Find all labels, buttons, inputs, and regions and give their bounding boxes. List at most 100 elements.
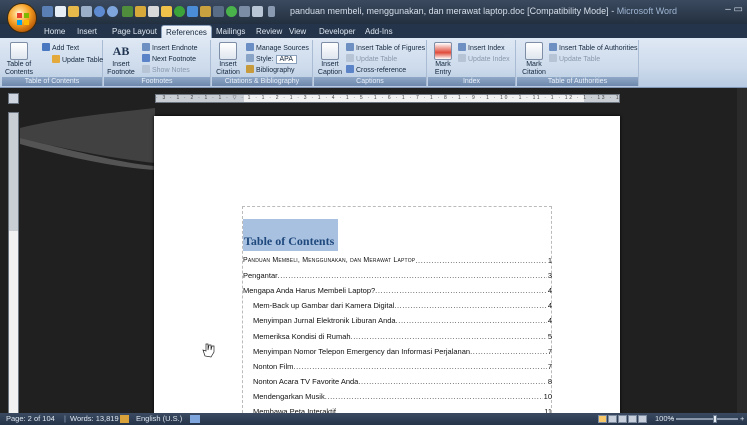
spelling-icon[interactable] bbox=[122, 6, 133, 17]
proofing-icon[interactable] bbox=[120, 415, 129, 423]
color-icon[interactable] bbox=[174, 6, 185, 17]
tab-review[interactable]: Review bbox=[252, 25, 286, 38]
tab-page-layout[interactable]: Page Layout bbox=[108, 25, 161, 38]
mark-entry-button[interactable]: Mark Entry bbox=[430, 42, 456, 77]
save-icon[interactable] bbox=[42, 6, 53, 17]
toc-entry[interactable]: Menyimpan Jurnal Elektronik Liburan Anda… bbox=[253, 315, 552, 327]
insert-caption-icon bbox=[321, 42, 339, 60]
manage-sources-button[interactable]: Manage Sources bbox=[246, 43, 309, 53]
horizontal-ruler[interactable]: · 3 · 1 · 2 · 1 · 1 · ▽ · 1 · 1 · 2 · 1 … bbox=[155, 94, 621, 103]
insert-table-of-authorities-button[interactable]: Insert Table of Authorities bbox=[549, 43, 637, 53]
new-document-icon[interactable] bbox=[55, 6, 66, 17]
tab-insert[interactable]: Insert bbox=[73, 25, 101, 38]
toc-entry-leader bbox=[470, 346, 547, 358]
update-index-button[interactable]: Update Index bbox=[458, 54, 510, 64]
tab-references[interactable]: References bbox=[161, 25, 212, 38]
email-icon[interactable] bbox=[148, 6, 159, 17]
monitor-icon[interactable] bbox=[252, 6, 263, 17]
word-count[interactable]: Words: 13,819 bbox=[70, 413, 119, 425]
style-dropdown[interactable]: Style: APA bbox=[246, 54, 298, 64]
zoom-slider[interactable] bbox=[676, 418, 738, 420]
tab-developer[interactable]: Developer bbox=[315, 25, 359, 38]
zoom-in-button[interactable]: + bbox=[740, 413, 744, 425]
toc-entry[interactable]: Mengapa Anda Harus Membeli Laptop? 4 bbox=[243, 285, 552, 297]
lock-icon[interactable] bbox=[200, 6, 211, 17]
ruler-ticks: · 3 · 1 · 2 · 1 · 1 · ▽ · 1 · 1 · 2 · 1 … bbox=[156, 95, 621, 101]
toc-heading: Table of Contents bbox=[244, 234, 335, 248]
insert-endnote-button[interactable]: Insert Endnote bbox=[142, 43, 198, 53]
toc-entry[interactable]: Nonton Acara TV Favorite Anda 8 bbox=[253, 376, 552, 388]
toc-heading-highlight[interactable]: Table of Contents bbox=[243, 219, 338, 251]
style-label: Style: bbox=[256, 56, 274, 63]
draft-view-icon[interactable] bbox=[638, 415, 647, 423]
macro-record-icon[interactable] bbox=[190, 415, 200, 423]
zoom-out-button[interactable]: − bbox=[670, 413, 674, 425]
document-page[interactable]: Table of Contents Panduan Membeli, Mengg… bbox=[154, 116, 620, 416]
toc-entry-text: Menyimpan Nomor Telepon Emergency dan In… bbox=[253, 346, 471, 356]
add-text-button[interactable]: Add Text bbox=[42, 43, 79, 53]
zoom-slider-thumb[interactable] bbox=[713, 415, 717, 423]
document-workspace[interactable]: · 3 · 1 · 2 · 1 · 1 · ▽ · 1 · 1 · 2 · 1 … bbox=[0, 88, 747, 416]
insert-citation-button[interactable]: Insert Citation bbox=[214, 42, 242, 77]
format-painter-icon[interactable] bbox=[135, 6, 146, 17]
insert-caption-label: Insert Caption bbox=[317, 61, 343, 76]
group-label-toc: Table of Contents bbox=[2, 77, 102, 86]
tab-home[interactable]: Home bbox=[40, 25, 69, 38]
language[interactable]: English (U.S.) bbox=[136, 413, 182, 425]
toc-entry-text: Nonton Film bbox=[253, 361, 294, 371]
print-icon[interactable] bbox=[81, 6, 92, 17]
next-footnote-button[interactable]: Next Footnote bbox=[142, 54, 196, 64]
ab-icon[interactable] bbox=[239, 6, 250, 17]
page-count[interactable]: Page: 2 of 104 bbox=[6, 413, 55, 425]
outline-view-icon[interactable] bbox=[628, 415, 637, 423]
toc-entry[interactable]: Menyimpan Nomor Telepon Emergency dan In… bbox=[253, 346, 552, 358]
vertical-ruler[interactable] bbox=[8, 112, 19, 414]
ribbon-tabs: Home Insert Page Layout References Maili… bbox=[0, 24, 747, 38]
toc-entry-text: Mendengarkan Musik bbox=[253, 391, 325, 401]
insert-caption-button[interactable]: Insert Caption bbox=[316, 42, 344, 77]
tab-view[interactable]: View bbox=[285, 25, 310, 38]
bibliography-button[interactable]: Bibliography bbox=[246, 65, 295, 75]
mark-citation-button[interactable]: Mark Citation bbox=[519, 42, 549, 77]
style-select[interactable]: APA bbox=[275, 55, 298, 64]
insert-footnote-label: Insert Footnote bbox=[107, 61, 135, 76]
insert-endnote-label: Insert Endnote bbox=[152, 45, 198, 52]
toc-entry-leader bbox=[394, 300, 547, 312]
toc-entry-text: Menyimpan Jurnal Elektronik Liburan Anda bbox=[253, 316, 396, 326]
update-table-authorities-button[interactable]: Update Table bbox=[549, 54, 600, 64]
office-button[interactable] bbox=[7, 3, 37, 33]
ribbon: Table of Contents Add Text Update Table … bbox=[0, 38, 747, 88]
insert-table-of-figures-button[interactable]: Insert Table of Figures bbox=[346, 43, 425, 53]
green-circle-icon[interactable] bbox=[226, 6, 237, 17]
show-notes-icon bbox=[142, 65, 150, 73]
tab-mailings[interactable]: Mailings bbox=[212, 25, 249, 38]
toc-entry[interactable]: Pengantar 3 bbox=[243, 270, 552, 282]
insert-footnote-button[interactable]: AB Insert Footnote bbox=[106, 42, 136, 77]
print-layout-view-icon[interactable] bbox=[598, 415, 607, 423]
group-footnotes: AB Insert Footnote Insert Endnote Next F… bbox=[104, 40, 211, 86]
undo-icon[interactable] bbox=[94, 6, 105, 17]
ab-style-icon[interactable] bbox=[213, 6, 224, 17]
vertical-scrollbar[interactable] bbox=[737, 88, 747, 413]
full-screen-view-icon[interactable] bbox=[608, 415, 617, 423]
toc-entry[interactable]: Panduan Membeli, Menggunakan, dan Merawa… bbox=[243, 255, 552, 267]
table-of-contents-button[interactable]: Table of Contents bbox=[4, 42, 34, 77]
window-controls[interactable]: – ▭ bbox=[725, 4, 743, 15]
update-table-figures-button[interactable]: Update Table bbox=[346, 54, 397, 64]
show-notes-button[interactable]: Show Notes bbox=[142, 65, 190, 75]
toc-entry[interactable]: Mendengarkan Musik 10 bbox=[253, 391, 552, 403]
web-layout-view-icon[interactable] bbox=[618, 415, 627, 423]
toc-entry[interactable]: Memeriksa Kondisi di Rumah 5 bbox=[253, 331, 552, 343]
tab-add-ins[interactable]: Add-Ins bbox=[361, 25, 397, 38]
cross-reference-button[interactable]: Cross-reference bbox=[346, 65, 406, 75]
open-folder-icon[interactable] bbox=[68, 6, 79, 17]
quick-print-icon[interactable] bbox=[161, 6, 172, 17]
insert-index-button[interactable]: Insert Index bbox=[458, 43, 505, 53]
image-icon[interactable] bbox=[187, 6, 198, 17]
redo-icon[interactable] bbox=[107, 6, 118, 17]
update-table-button[interactable]: Update Table bbox=[52, 55, 103, 65]
customize-dropdown-icon[interactable] bbox=[268, 6, 275, 17]
toc-entry[interactable]: Nonton Film 7 bbox=[253, 361, 552, 373]
tab-selector[interactable] bbox=[8, 93, 19, 104]
toc-entry[interactable]: Mem-Back up Gambar dari Kamera Digital 4 bbox=[253, 300, 552, 312]
